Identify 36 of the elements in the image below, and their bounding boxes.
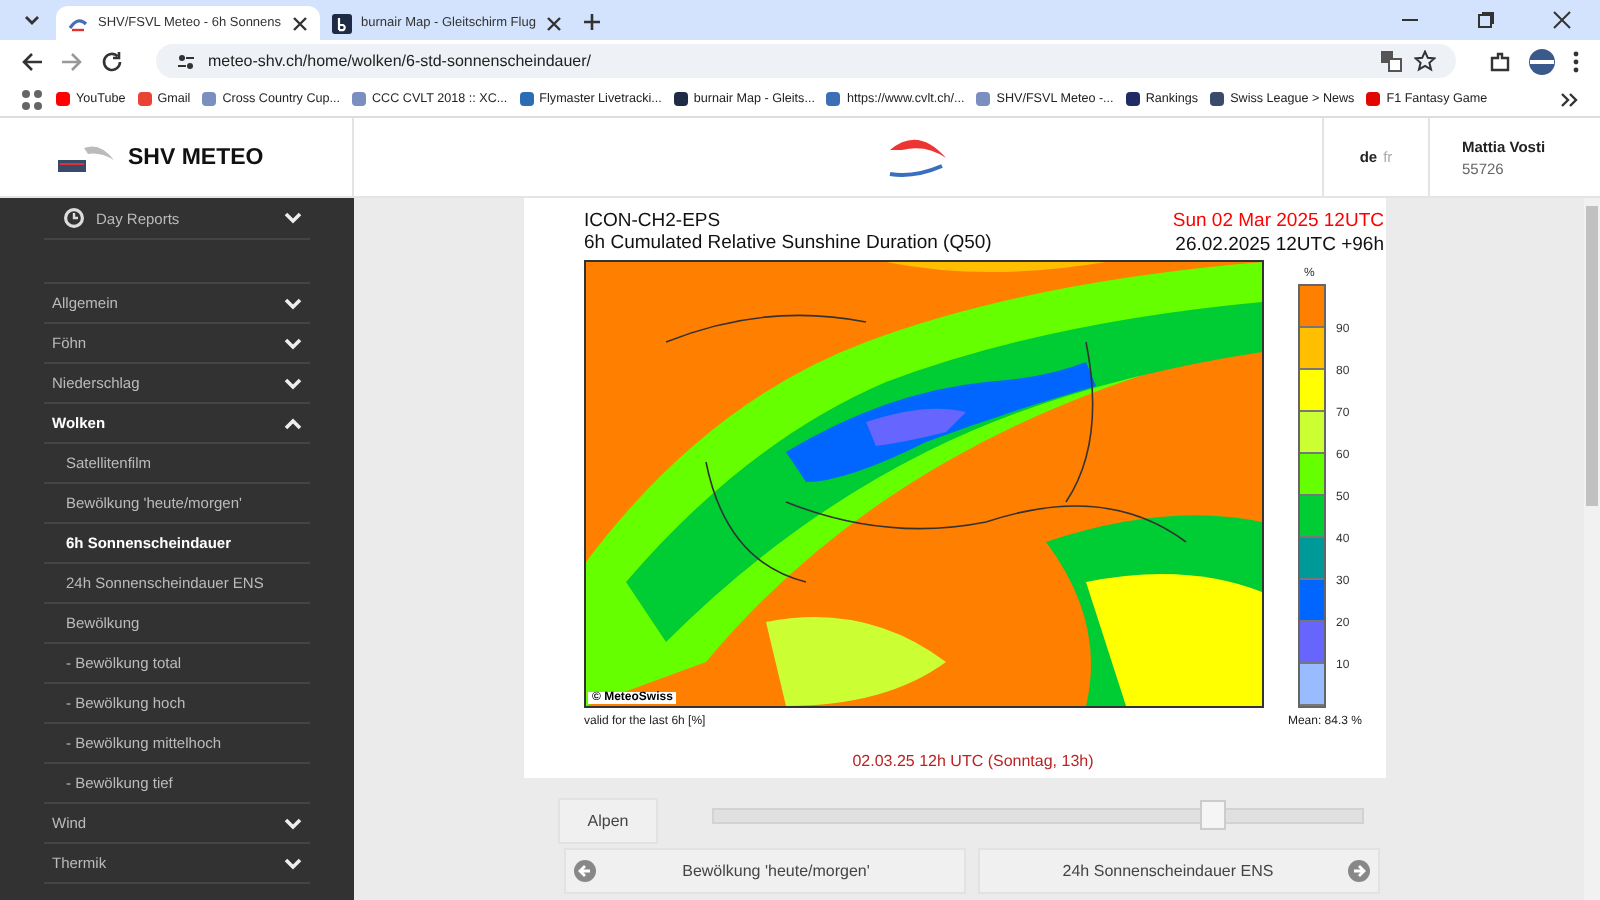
close-icon[interactable]	[1552, 10, 1572, 30]
model-name: ICON-CH2-EPS	[584, 210, 723, 232]
time-label: 02.03.25 12h UTC (Sonntag, 13h)	[850, 752, 1096, 770]
new-tab-icon[interactable]	[581, 12, 602, 32]
letter-b-icon	[331, 13, 352, 33]
apps-grid-icon[interactable]	[20, 87, 44, 111]
chart-title: 6h Cumulated Relative Sunshine Duration (Q50)	[584, 232, 994, 254]
site-logo-text: SHV METEO	[128, 145, 264, 169]
previous-page-button[interactable]: Bewölkung 'heute/morgen'	[564, 848, 966, 894]
more-bookmarks-icon[interactable]	[1560, 89, 1580, 109]
restore-icon[interactable]	[1476, 10, 1496, 30]
glider-logo-icon	[56, 141, 116, 173]
scrollbar[interactable]	[1584, 198, 1600, 900]
close-icon[interactable]	[291, 15, 308, 31]
forward-arrow-icon[interactable]	[60, 49, 84, 73]
extensions-icon[interactable]	[1488, 49, 1512, 73]
valid-date: Sun 02 Mar 2025 12UTC	[1172, 210, 1384, 232]
reload-icon[interactable]	[100, 49, 124, 73]
arrow-right-circle-icon	[1348, 860, 1370, 882]
translate-icon[interactable]	[1380, 50, 1402, 72]
site-settings-icon[interactable]	[176, 51, 196, 71]
chevron-down-icon	[284, 212, 302, 224]
scrollbar-thumb[interactable]	[1586, 206, 1598, 506]
close-icon[interactable]	[545, 15, 562, 31]
arrow-left-circle-icon	[574, 860, 596, 882]
region-button[interactable]: Alpen	[558, 798, 658, 844]
address-bar[interactable]: meteo-shv.ch/home/wolken/6-std-sonnenscheindauer/	[156, 44, 1456, 78]
site-logo-icon	[68, 13, 88, 33]
run-time: 26.02.2025 12UTC +96h	[1173, 234, 1384, 256]
star-icon[interactable]	[1414, 50, 1436, 72]
more-menu-icon[interactable]	[1572, 49, 1580, 73]
next-page-button[interactable]: 24h Sonnenscheindauer ENS	[978, 848, 1380, 894]
profile-avatar-icon[interactable]	[1528, 47, 1556, 75]
clock-icon	[64, 208, 84, 228]
back-arrow-icon[interactable]	[20, 49, 44, 73]
slider-thumb[interactable]	[1200, 799, 1227, 829]
